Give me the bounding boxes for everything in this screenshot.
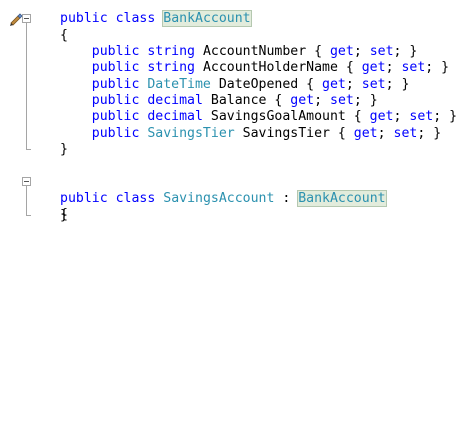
keyword-token: get [290, 93, 315, 108]
keyword-token: public [91, 44, 140, 59]
keyword-token: public [91, 126, 140, 141]
code-text: ; } [353, 93, 378, 108]
code-text: Balance { [202, 93, 291, 108]
type-token: DateTime [147, 77, 211, 92]
keyword-token: public [91, 77, 140, 92]
keyword-token: set [330, 93, 354, 108]
code-text: } [60, 142, 68, 157]
code-text: AccountHolderName { [195, 60, 362, 75]
fold-guide-end [26, 149, 31, 150]
code-text: ; [377, 126, 394, 141]
keyword-token: string [147, 60, 195, 75]
code-text: : [274, 191, 299, 206]
code-line[interactable]: public class BankAccount [60, 10, 252, 27]
keyword-token: set [401, 60, 426, 75]
keyword-token: get [369, 109, 394, 124]
code-line[interactable]: public DateTime DateOpened { get; set; } [60, 76, 410, 93]
code-line[interactable]: public string AccountNumber { get; set; … [60, 43, 418, 60]
keyword-token: string [147, 44, 195, 59]
keyword-token: public [91, 60, 140, 75]
code-line[interactable]: public string AccountHolderName { get; s… [60, 59, 449, 76]
code-text: ; } [393, 44, 418, 59]
code-line[interactable]: } [60, 141, 68, 158]
code-line[interactable]: public decimal SavingsGoalAmount { get ; … [60, 108, 457, 125]
keyword-token: set [369, 44, 394, 59]
keyword-token: public [91, 109, 140, 124]
code-text: SavingsGoalAmount { [202, 109, 370, 124]
code-text: ; [345, 77, 362, 92]
keyword-token: decimal [147, 109, 203, 124]
code-text: SavingsTier { [234, 126, 354, 141]
highlighted-type-reference: BankAccount [297, 190, 387, 207]
keyword-token: class [115, 11, 156, 26]
code-text: ; } [385, 77, 410, 92]
code-text: AccountNumber { [195, 44, 330, 59]
code-text: { [60, 28, 68, 43]
type-token: SavingsAccount [163, 191, 275, 206]
code-line[interactable]: public decimal Balance { get; set; } [60, 92, 378, 109]
code-text: DateOpened { [210, 77, 323, 92]
code-text: ; } [417, 126, 442, 141]
code-text: } [60, 207, 68, 223]
keyword-token: decimal [147, 93, 203, 108]
code-text: ; [385, 60, 402, 75]
keyword-token: get [353, 126, 378, 141]
type-token: SavingsTier [147, 126, 235, 141]
keyword-token: set [409, 109, 434, 124]
editor-gutter [0, 0, 36, 425]
code-line[interactable]: } [60, 207, 68, 224]
code-line[interactable]: public SavingsTier SavingsTier { get; se… [60, 125, 441, 142]
keyword-token: public [60, 191, 108, 206]
keyword-token: class [115, 191, 156, 206]
keyword-token: get [322, 77, 346, 92]
fold-guide-end [26, 215, 31, 216]
code-line[interactable]: public class SavingsAccount : BankAccoun… [60, 190, 387, 207]
keyword-token: get [361, 60, 386, 75]
code-text: ; } [433, 109, 458, 124]
code-text: ; } [425, 60, 450, 75]
code-text: ; [314, 93, 330, 108]
keyword-token: get [329, 44, 354, 59]
keyword-token: set [393, 126, 418, 141]
collapse-icon[interactable] [22, 177, 31, 186]
fold-guide-line [26, 186, 27, 215]
code-text: ; [353, 44, 370, 59]
keyword-token: set [361, 77, 386, 92]
code-text: ; [393, 109, 410, 124]
keyword-token: public [60, 11, 108, 26]
highlighted-type-reference: BankAccount [162, 10, 252, 27]
collapse-icon[interactable] [22, 14, 31, 23]
code-line[interactable]: { [60, 27, 68, 44]
fold-guide-line [26, 23, 27, 149]
keyword-token: public [91, 93, 140, 108]
